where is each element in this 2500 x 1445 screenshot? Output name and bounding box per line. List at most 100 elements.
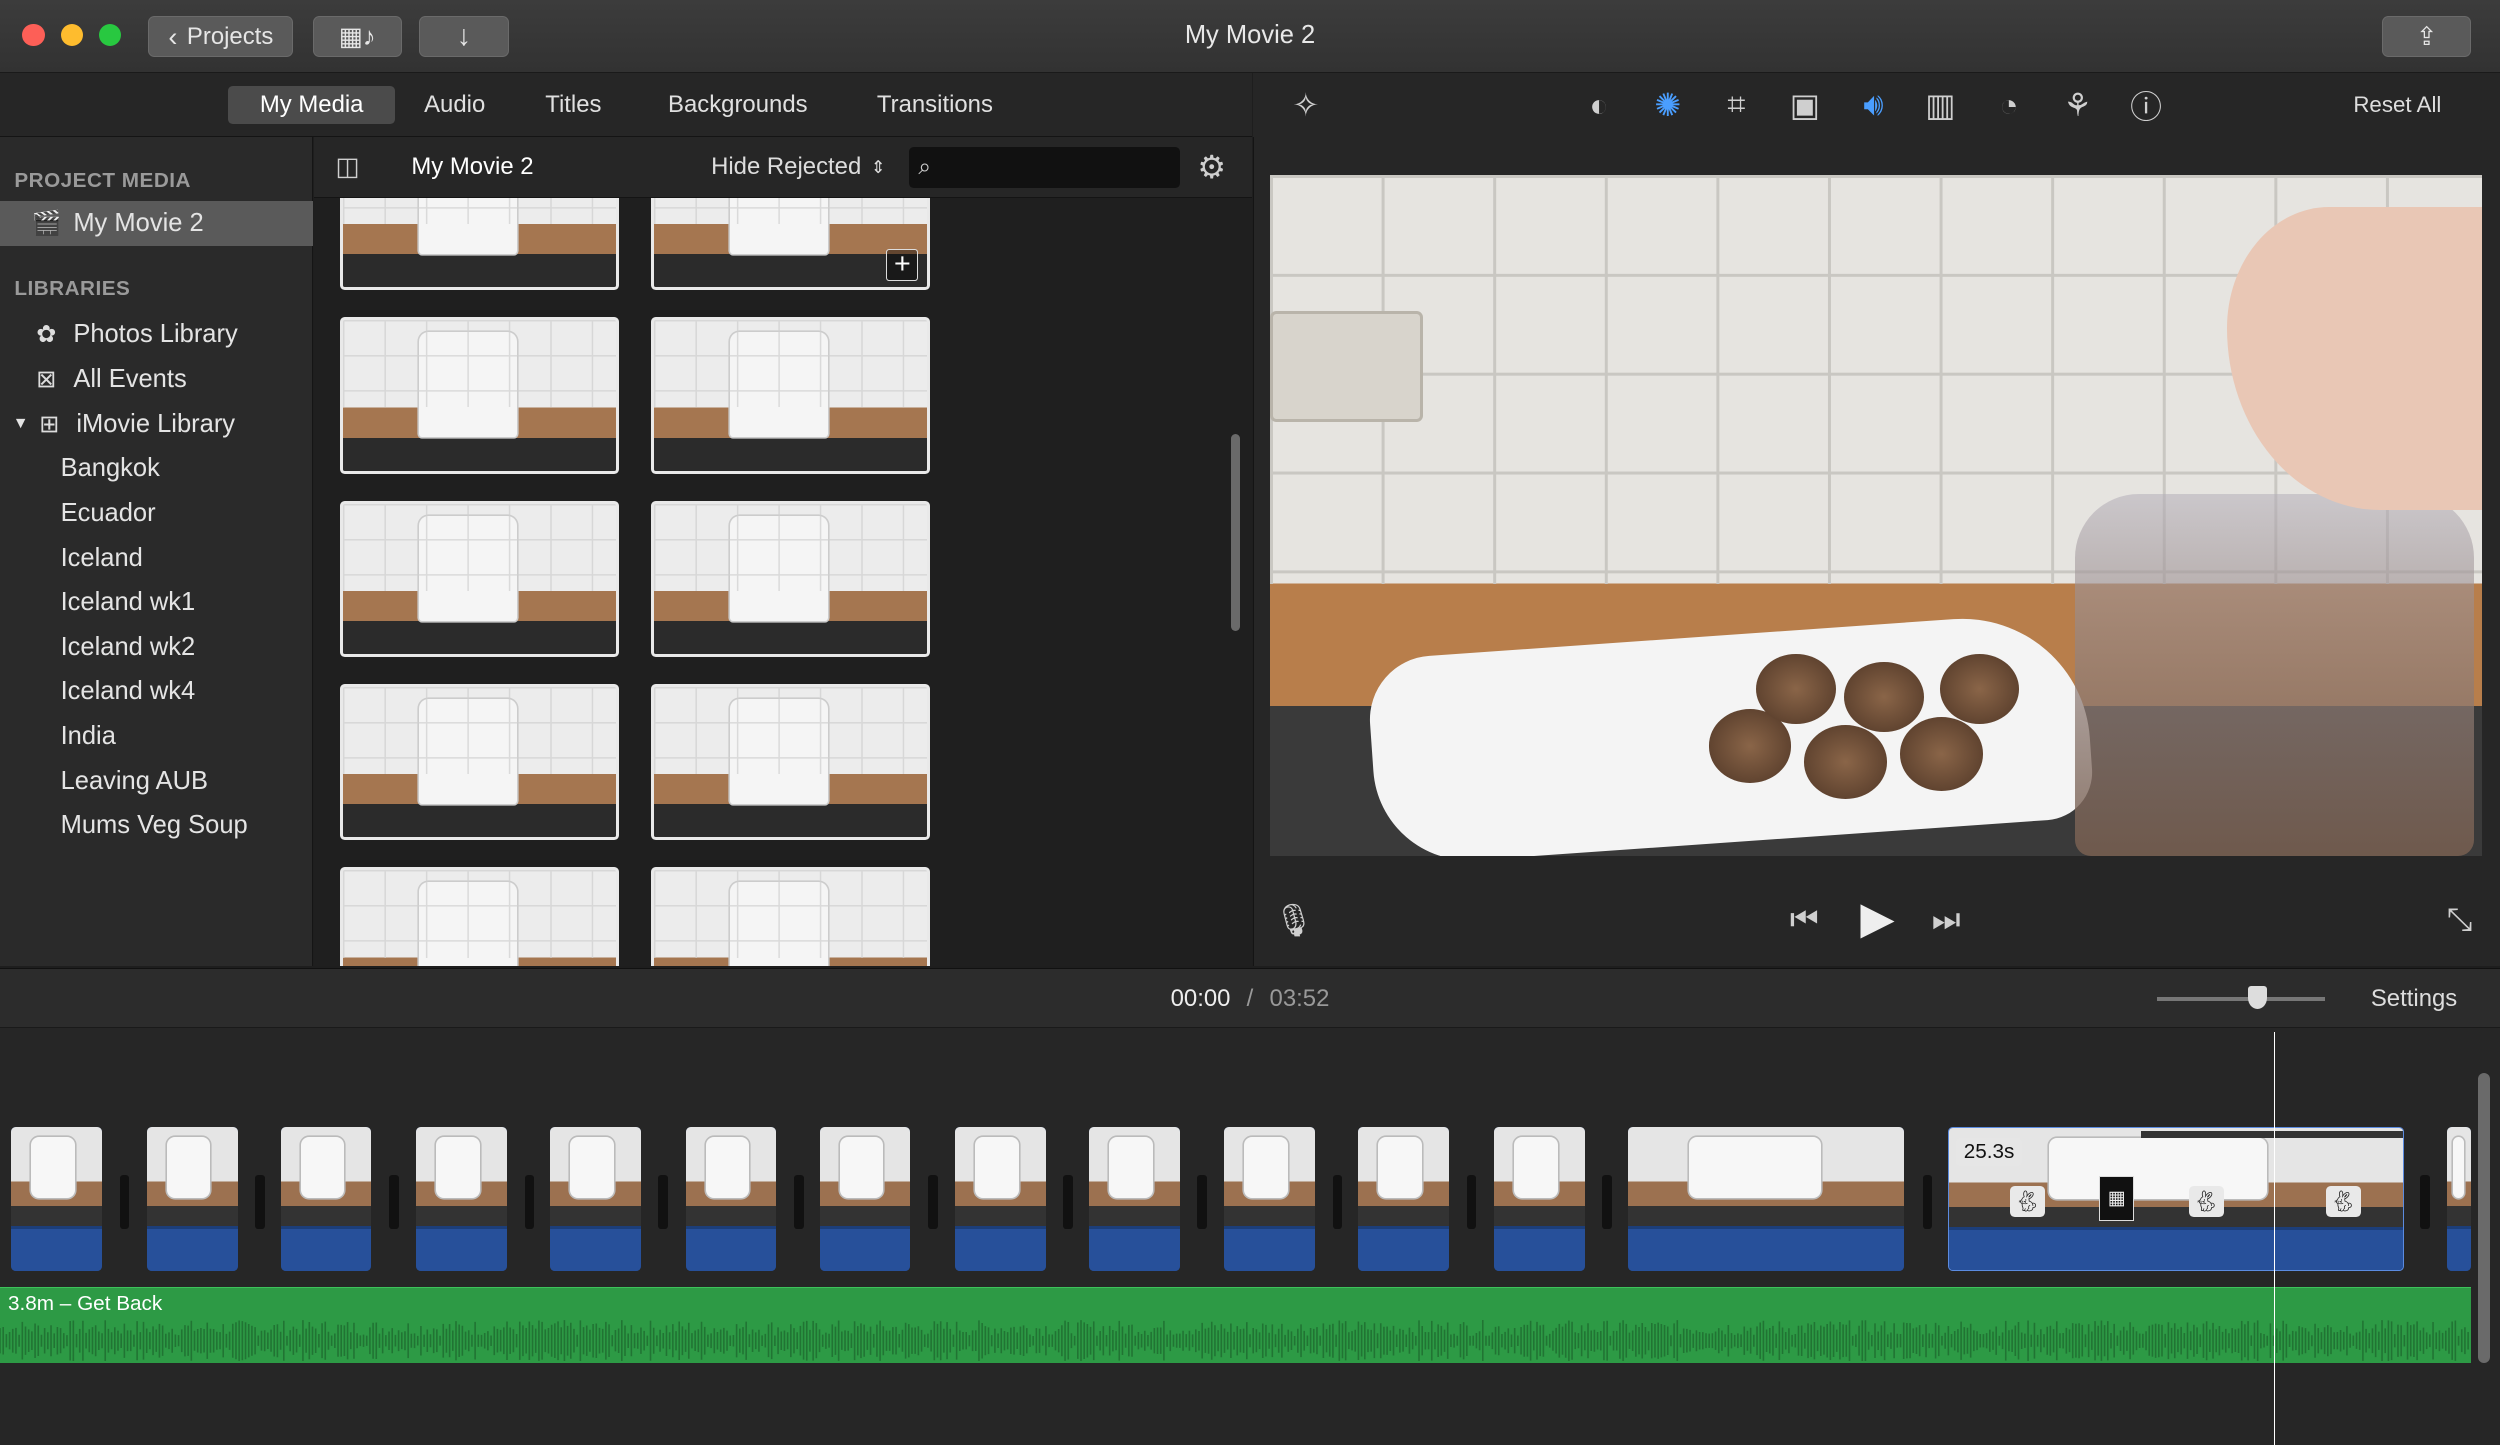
- transition-marker[interactable]: [524, 1175, 535, 1230]
- transition-marker[interactable]: [794, 1175, 804, 1230]
- transition-marker[interactable]: [927, 1175, 938, 1230]
- tab-titles[interactable]: Titles: [513, 86, 633, 124]
- timeline-scrollbar[interactable]: [2477, 1073, 2491, 1364]
- transition-marker[interactable]: [1922, 1175, 1933, 1230]
- info-icon[interactable]: ⓘ: [2125, 86, 2166, 125]
- film-frame-icon[interactable]: ▦: [2099, 1176, 2135, 1221]
- sidebar-event-item[interactable]: Iceland wk1: [0, 580, 313, 625]
- filters-icon[interactable]: ⚘: [2057, 86, 2098, 124]
- sidebar-item-label: iMovie Library: [76, 409, 236, 438]
- tab-audio[interactable]: Audio: [392, 86, 517, 124]
- video-clip[interactable]: [11, 1127, 103, 1271]
- playhead[interactable]: [2273, 1031, 2276, 1445]
- transition-marker[interactable]: [1197, 1175, 1207, 1230]
- stabilization-camera-icon[interactable]: ▣: [1784, 86, 1825, 124]
- video-clip[interactable]: [550, 1127, 641, 1271]
- crop-icon[interactable]: ⌗: [1716, 86, 1757, 124]
- volume-icon[interactable]: 🔊︎: [1853, 86, 1894, 124]
- skip-forward-icon[interactable]: ⏭: [1929, 899, 1964, 940]
- share-button[interactable]: ⇪: [2382, 15, 2472, 58]
- speed-clip[interactable]: 25.3s 🐇︎ ▦ 🐇︎ 🐇︎: [1948, 1127, 2405, 1271]
- sidebar-item-imovie-library[interactable]: ▼ ⊞ iMovie Library: [0, 402, 313, 447]
- tab-transitions[interactable]: Transitions: [845, 86, 1025, 124]
- speed-gauge-icon[interactable]: ◔: [1988, 86, 2029, 124]
- video-clip[interactable]: [1088, 1127, 1180, 1271]
- video-clip[interactable]: [955, 1127, 1046, 1271]
- video-clip[interactable]: [1224, 1127, 1316, 1271]
- transition-marker[interactable]: [1063, 1175, 1074, 1230]
- video-clip[interactable]: [1358, 1127, 1450, 1271]
- sidebar-event-item[interactable]: Iceland wk2: [0, 625, 313, 670]
- media-thumbnail[interactable]: [650, 867, 930, 967]
- gear-icon[interactable]: ⚙: [1193, 148, 1231, 186]
- microphone-icon[interactable]: 🎙︎: [1274, 899, 1314, 940]
- zoom-slider-knob[interactable]: [2248, 986, 2268, 1009]
- media-thumbnail[interactable]: [339, 500, 619, 657]
- hide-rejected-popup[interactable]: Hide Rejected ⇕: [711, 153, 885, 181]
- rabbit-speed-icon[interactable]: 🐇︎: [2325, 1185, 2361, 1218]
- skip-back-icon[interactable]: ⏮: [1787, 899, 1822, 940]
- sidebar-item-label: Iceland: [60, 543, 143, 572]
- sidebar-event-item[interactable]: Bangkok: [0, 446, 313, 491]
- sidebar-item-photos-library[interactable]: ✿ Photos Library: [0, 312, 313, 357]
- video-clip[interactable]: [2447, 1127, 2472, 1271]
- tab-my-media[interactable]: My Media: [227, 86, 396, 125]
- transition-marker[interactable]: [658, 1175, 669, 1230]
- rabbit-speed-icon[interactable]: 🐇︎: [2009, 1185, 2045, 1218]
- video-clip[interactable]: [416, 1127, 507, 1271]
- transition-marker[interactable]: [389, 1175, 399, 1230]
- media-thumbnail[interactable]: [339, 317, 619, 474]
- media-thumbnail[interactable]: [650, 317, 930, 474]
- transition-marker[interactable]: [1466, 1175, 1477, 1230]
- video-clip[interactable]: [1627, 1127, 1904, 1271]
- sidebar-toggle-icon[interactable]: ◫: [327, 150, 368, 185]
- color-correction-icon[interactable]: ✺: [1647, 86, 1688, 124]
- sidebar-event-item[interactable]: India: [0, 714, 313, 759]
- rabbit-speed-icon[interactable]: 🐇︎: [2188, 1185, 2224, 1218]
- audio-clip-label: 3.8m – Get Back: [7, 1292, 163, 1316]
- transition-marker[interactable]: [1332, 1175, 1343, 1230]
- tab-backgrounds[interactable]: Backgrounds: [636, 86, 839, 124]
- sidebar-item-label: Ecuador: [60, 498, 156, 527]
- reset-all-button[interactable]: Reset All: [2353, 92, 2441, 118]
- search-field[interactable]: ⌕: [908, 146, 1180, 189]
- audio-clip[interactable]: 3.8m – Get Back: [0, 1286, 2472, 1364]
- browser-scrollbar[interactable]: [1230, 433, 1241, 632]
- video-clip[interactable]: [819, 1127, 911, 1271]
- energy-ball: [1939, 653, 2020, 724]
- wall-socket: [1270, 310, 1424, 423]
- zoom-slider[interactable]: [2157, 986, 2325, 1009]
- tab-label: Transitions: [876, 91, 993, 119]
- video-preview[interactable]: [1270, 175, 2482, 857]
- timecode: 00:00 / 03:52: [0, 985, 2500, 1013]
- video-clip[interactable]: [685, 1127, 777, 1271]
- media-thumbnail[interactable]: [650, 500, 930, 657]
- play-icon[interactable]: ▶: [1854, 893, 1902, 944]
- media-thumbnail[interactable]: [339, 683, 619, 841]
- video-clip[interactable]: [280, 1127, 372, 1271]
- disclosure-triangle-icon[interactable]: ▼: [13, 415, 29, 433]
- media-thumbnail[interactable]: [650, 683, 930, 841]
- transition-marker[interactable]: [255, 1175, 265, 1230]
- sidebar-event-item[interactable]: Ecuador: [0, 491, 313, 536]
- add-to-movie-icon[interactable]: +: [886, 248, 919, 281]
- equalizer-icon[interactable]: ▥: [1920, 86, 1961, 124]
- speed-range-bar[interactable]: [2140, 1131, 2404, 1138]
- sidebar-event-item[interactable]: Iceland: [0, 536, 313, 581]
- transition-marker[interactable]: [119, 1175, 130, 1230]
- color-balance-icon[interactable]: ◐: [1578, 86, 1619, 124]
- sidebar-event-item[interactable]: Mums Veg Soup: [0, 804, 313, 849]
- fullscreen-icon[interactable]: ⤡: [2440, 899, 2478, 940]
- video-clip[interactable]: [146, 1127, 238, 1271]
- media-thumbnail[interactable]: [339, 867, 619, 967]
- transition-marker[interactable]: [1602, 1175, 1612, 1230]
- timeline-settings-button[interactable]: Settings: [2371, 985, 2457, 1013]
- sidebar-event-item[interactable]: Leaving AUB: [0, 759, 313, 804]
- sidebar-event-item[interactable]: Iceland wk4: [0, 670, 313, 715]
- magic-wand-icon[interactable]: ✧: [1285, 86, 1326, 124]
- media-thumbnail[interactable]: [339, 197, 619, 291]
- sidebar-item-all-events[interactable]: ⊠ All Events: [0, 357, 313, 402]
- sidebar-item-project[interactable]: 🎬 My Movie 2: [0, 200, 313, 246]
- video-clip[interactable]: [1493, 1127, 1585, 1271]
- transition-marker[interactable]: [2420, 1175, 2430, 1230]
